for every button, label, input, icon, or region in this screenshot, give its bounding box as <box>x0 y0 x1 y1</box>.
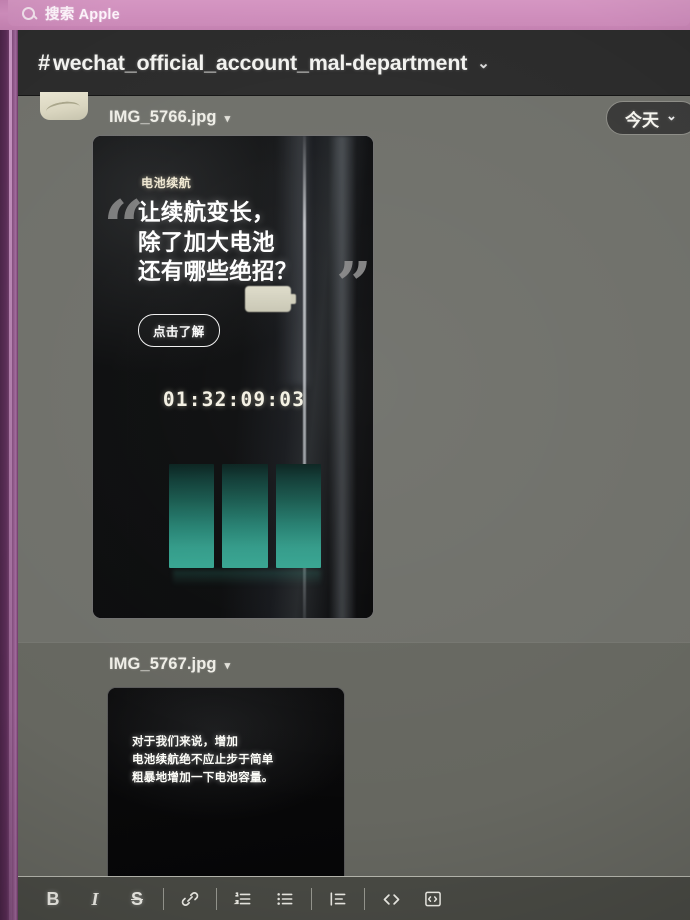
strikethrough-button[interactable]: S <box>116 879 158 919</box>
file-name-2[interactable]: IMG_5767.jpg ▾ <box>109 655 230 674</box>
screen-photo: 搜索 Apple # wechat_official_account_mal-d… <box>0 0 690 920</box>
bulleted-list-button[interactable] <box>264 879 306 919</box>
chevron-down-icon: ⌄ <box>666 108 677 123</box>
file-message-1: IMG_5766.jpg ▾ 今天 ⌄ 电池续航 “ ” 让续航变长， 除了加大… <box>18 92 690 642</box>
blockquote-button[interactable] <box>317 879 359 919</box>
battery-bar <box>169 464 215 568</box>
channel-header[interactable]: # wechat_official_account_mal-department… <box>18 30 690 96</box>
headline-line-3: 还有哪些绝招？ <box>138 259 298 285</box>
battery-bar <box>222 464 268 568</box>
hash-icon: # <box>38 50 51 75</box>
file-name-2-label: IMG_5767.jpg <box>109 655 217 673</box>
poster2-line-1: 对于我们来说，增加 <box>132 736 239 748</box>
channel-name: wechat_official_account_mal-department <box>53 51 468 75</box>
battery-bars-graphic <box>169 464 321 568</box>
poster2-text: 对于我们来说，增加 电池续航绝不应止步于简单 粗暴地增加一下电池容量。 <box>132 734 322 787</box>
toolbar-divider <box>311 888 312 910</box>
poster-kicker: 电池续航 <box>141 176 192 190</box>
date-jump-button[interactable]: 今天 ⌄ <box>606 101 690 135</box>
file-menu-caret-icon[interactable]: ▾ <box>225 659 231 672</box>
search-icon <box>22 6 35 20</box>
chat-app-panel: # wechat_official_account_mal-department… <box>18 30 690 920</box>
browser-top-bar: 搜索 Apple <box>0 0 690 30</box>
link-button[interactable] <box>169 879 211 919</box>
search-placeholder: 搜索 Apple <box>45 6 120 23</box>
poster2-line-3: 粗暴地增加一下电池容量。 <box>132 771 274 784</box>
message-list: IMG_5766.jpg ▾ 今天 ⌄ 电池续航 “ ” 让续航变长， 除了加大… <box>18 92 690 920</box>
headline-line-1: 让续航变长， <box>138 200 275 225</box>
italic-button[interactable]: I <box>74 879 116 919</box>
file-menu-caret-icon[interactable]: ▾ <box>225 112 231 125</box>
battery-bar <box>275 464 321 568</box>
date-jump-label: 今天 <box>625 110 659 130</box>
formatting-toolbar: B I S <box>32 877 454 920</box>
poster-cta-button[interactable]: 点击了解 <box>138 314 220 347</box>
search-field[interactable]: 搜索 Apple <box>8 0 690 26</box>
toolbar-divider <box>364 888 365 910</box>
message-composer[interactable]: B I S <box>18 876 690 920</box>
rail-highlight <box>9 30 12 920</box>
toolbar-divider <box>216 888 217 910</box>
bars-reflection <box>173 570 321 586</box>
code-block-button[interactable] <box>412 879 454 919</box>
channel-title: # wechat_official_account_mal-department… <box>38 50 490 76</box>
headline-line-2: 除了加大电池 <box>138 229 275 255</box>
code-button[interactable] <box>370 879 412 919</box>
toolbar-divider <box>163 888 164 910</box>
poster-headline: 让续航变长， 除了加大电池 还有哪些绝招？ <box>138 198 348 287</box>
attachment-image-1[interactable]: 电池续航 “ ” 让续航变长， 除了加大电池 还有哪些绝招？ 点击了解 01:3… <box>92 135 374 619</box>
chevron-down-icon[interactable]: ⌄ <box>477 54 490 72</box>
battery-icon <box>245 286 296 312</box>
file-name-1-label: IMG_5766.jpg <box>109 108 217 126</box>
ordered-list-button[interactable] <box>222 879 264 919</box>
bold-button[interactable]: B <box>32 879 74 919</box>
poster2-line-2: 电池续航绝不应止步于简单 <box>132 753 274 766</box>
countdown-timer: 01:32:09:03 <box>162 388 306 411</box>
file-name-1[interactable]: IMG_5766.jpg ▾ <box>109 108 230 127</box>
avatar <box>40 92 88 120</box>
